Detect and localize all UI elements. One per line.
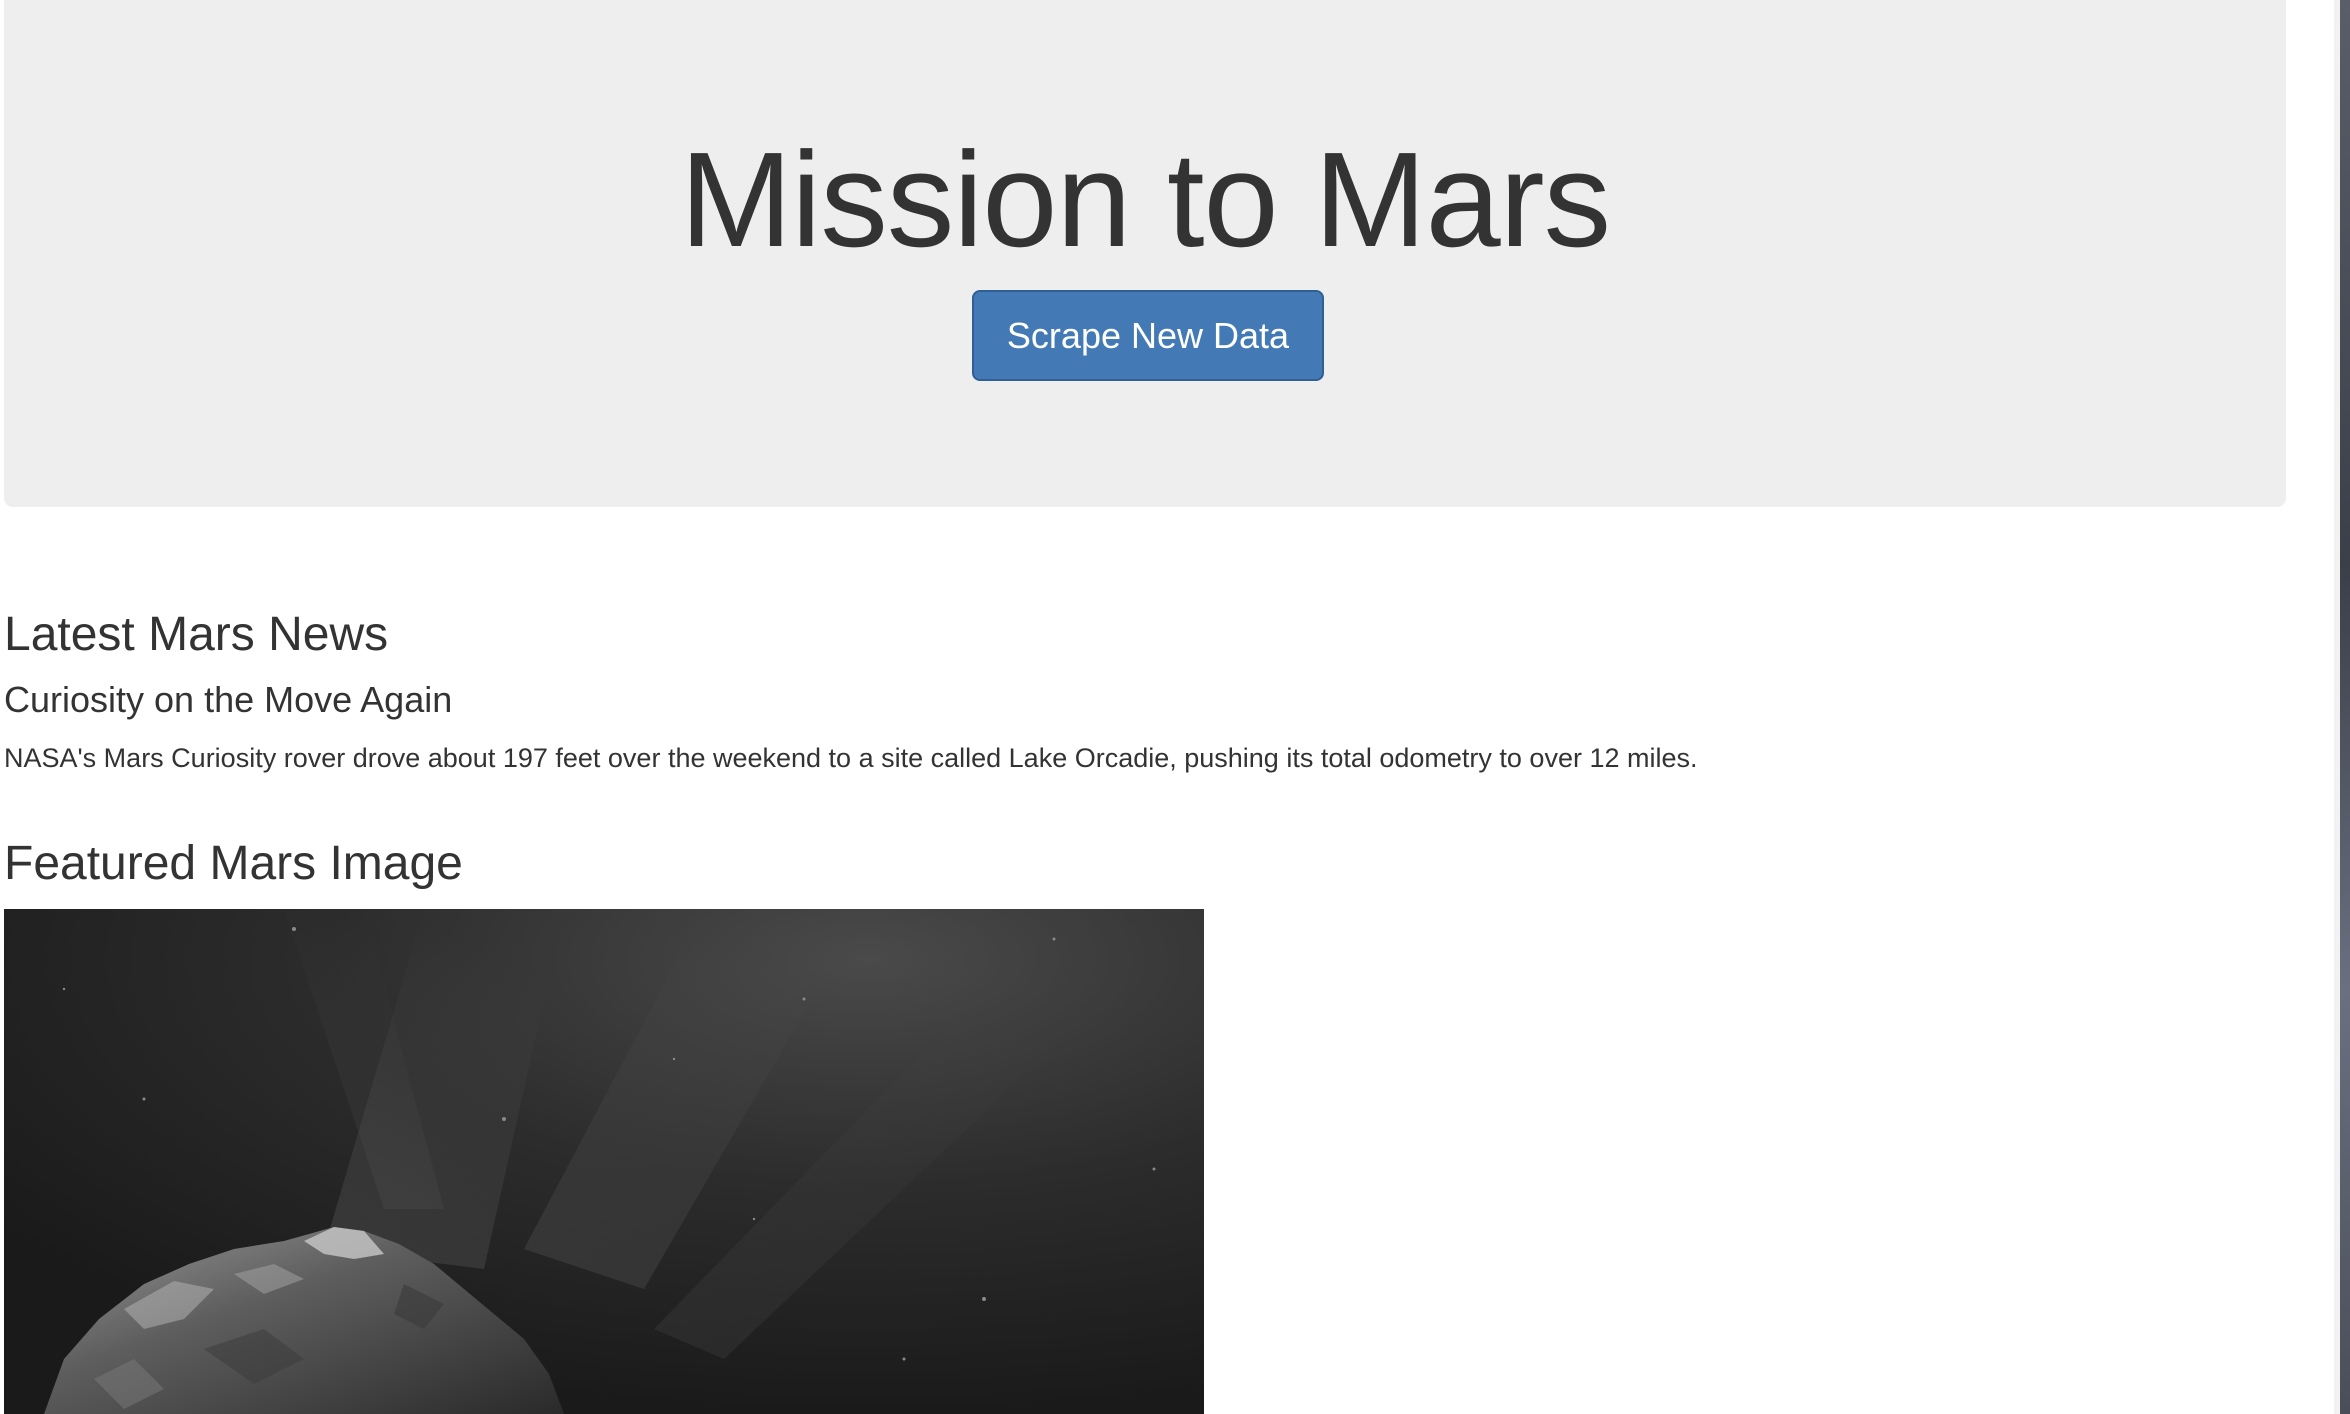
- jumbotron: Mission to Mars Scrape New Data: [4, 0, 2286, 507]
- scrape-new-data-button[interactable]: Scrape New Data: [972, 290, 1324, 381]
- news-headline: Curiosity on the Move Again: [4, 679, 453, 720]
- comet-image: [4, 909, 1204, 1414]
- page: Mission to Mars Scrape New Data Latest M…: [0, 0, 2350, 1414]
- news-paragraph: NASA's Mars Curiosity rover drove about …: [4, 743, 1698, 773]
- featured-image-heading: Featured Mars Image: [4, 837, 463, 890]
- latest-news-heading: Latest Mars News: [4, 608, 389, 661]
- adjacent-window-edge: [2340, 0, 2350, 1414]
- featured-image: [4, 909, 1204, 1414]
- page-title: Mission to Mars: [679, 124, 1611, 275]
